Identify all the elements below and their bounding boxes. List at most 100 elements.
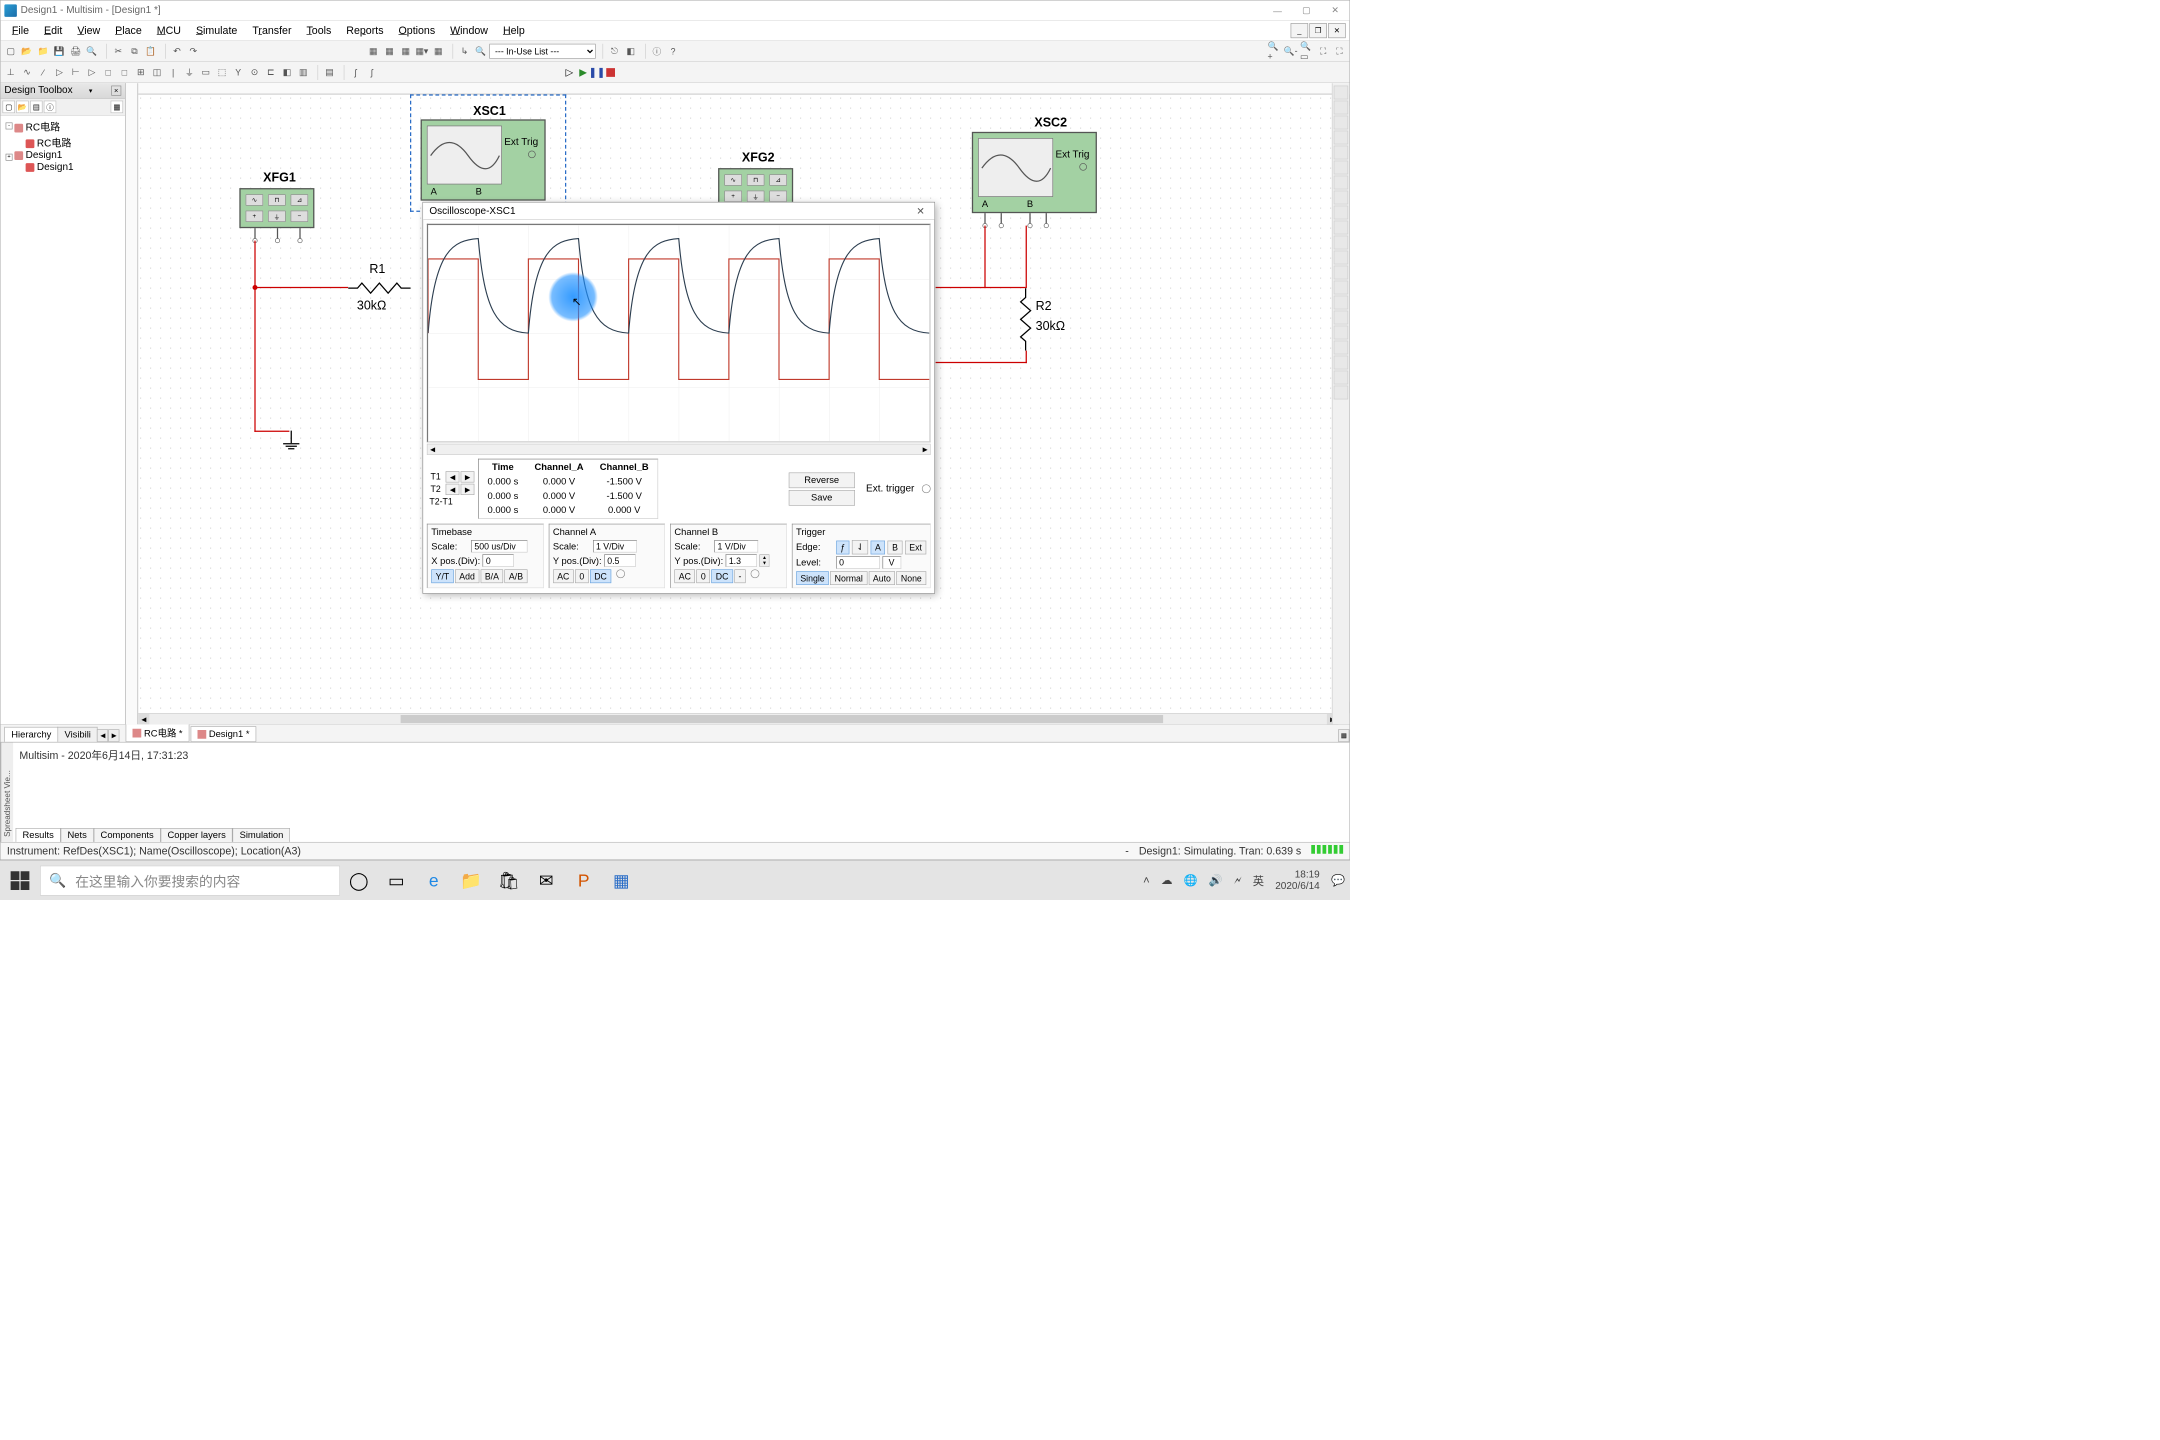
menu-help[interactable]: Help bbox=[495, 22, 532, 40]
tray-volume-icon[interactable]: 🔊 bbox=[1209, 874, 1223, 887]
tree-rc-child[interactable]: RC电路 bbox=[3, 134, 122, 149]
osc-close-button[interactable]: ✕ bbox=[913, 205, 928, 218]
instr-4[interactable] bbox=[1334, 131, 1348, 145]
taskbar-search[interactable]: 🔍 在这里输入你要搜索的内容 bbox=[40, 865, 340, 895]
print-preview-button[interactable]: 🔍 bbox=[84, 43, 99, 58]
undo-button[interactable]: ↶ bbox=[169, 43, 184, 58]
place-rf-button[interactable]: Y bbox=[231, 65, 246, 80]
osc-reverse-button[interactable]: Reverse bbox=[789, 472, 855, 488]
arrow-button[interactable]: ↳ bbox=[457, 43, 472, 58]
tray-notifications-icon[interactable]: 💬 bbox=[1331, 874, 1345, 887]
place-elmech-button[interactable]: ⊙ bbox=[247, 65, 262, 80]
mdi-close-button[interactable]: ✕ bbox=[1328, 23, 1346, 38]
zoom-out-button[interactable]: 🔍- bbox=[1283, 43, 1298, 58]
db-button-3[interactable]: ▦ bbox=[398, 43, 413, 58]
t2-left-button[interactable]: ◀ bbox=[446, 484, 460, 495]
taskbar-mail[interactable]: ✉ bbox=[529, 863, 564, 898]
trig-single-button[interactable]: Single bbox=[796, 571, 829, 585]
zoom-in-button[interactable]: 🔍+ bbox=[1267, 43, 1282, 58]
place-transistor-button[interactable]: ⊢ bbox=[68, 65, 83, 80]
chb-dc-button[interactable]: DC bbox=[711, 569, 732, 583]
cut-button[interactable]: ✂ bbox=[111, 43, 126, 58]
trig-b-button[interactable]: B bbox=[888, 540, 903, 554]
horizontal-scrollbar[interactable]: ◀ ▶ bbox=[138, 713, 1338, 724]
help-button[interactable]: ? bbox=[666, 43, 681, 58]
osc-save-button[interactable]: Save bbox=[789, 490, 855, 506]
place-basic-button[interactable]: ⊥ bbox=[3, 65, 18, 80]
instr-19[interactable] bbox=[1334, 356, 1348, 370]
minimize-button[interactable]: — bbox=[1263, 0, 1292, 20]
place-mixed-button[interactable]: ◫ bbox=[149, 65, 164, 80]
zoom-fit-button[interactable]: ⛶ bbox=[1316, 43, 1331, 58]
instr-10[interactable] bbox=[1334, 221, 1348, 235]
chb-minus-button[interactable]: - bbox=[734, 569, 746, 583]
chb-ypos-spinner[interactable]: ▲▼ bbox=[759, 554, 769, 567]
ba-button[interactable]: B/A bbox=[480, 569, 503, 583]
doc-tab-design1[interactable]: Design1 * bbox=[191, 726, 257, 742]
instr-16[interactable] bbox=[1334, 311, 1348, 325]
place-ni-button[interactable]: ◧ bbox=[279, 65, 294, 80]
taskbar-multisim[interactable]: ▦ bbox=[604, 863, 639, 898]
mdi-restore-button[interactable]: ❐ bbox=[1309, 23, 1327, 38]
place-misc-button[interactable]: ⊞ bbox=[133, 65, 148, 80]
ss-tab-components[interactable]: Components bbox=[94, 828, 161, 842]
menu-mcu[interactable]: MCU bbox=[149, 22, 188, 40]
copy-button[interactable]: ⧉ bbox=[127, 43, 142, 58]
tree-design1-child[interactable]: Design1 bbox=[3, 162, 122, 173]
bus2-button[interactable]: ʃ bbox=[364, 65, 379, 80]
trig-normal-button[interactable]: Normal bbox=[830, 571, 867, 585]
place-ttl-button[interactable]: □ bbox=[101, 65, 116, 80]
ni-button[interactable]: ◧ bbox=[623, 43, 638, 58]
bus-button[interactable]: ʃ bbox=[348, 65, 363, 80]
chb-scale-input[interactable] bbox=[714, 540, 758, 553]
trig-level-input[interactable] bbox=[836, 556, 880, 569]
new-button[interactable]: ▢ bbox=[3, 43, 18, 58]
toolbox-btn-1[interactable]: ▢ bbox=[3, 101, 16, 114]
trig-level-unit[interactable] bbox=[882, 556, 901, 569]
instr-7[interactable] bbox=[1334, 176, 1348, 190]
trig-none-button[interactable]: None bbox=[897, 571, 927, 585]
fullscreen-button[interactable]: ⛶ bbox=[1332, 43, 1347, 58]
toolbox-btn-5[interactable]: ▦ bbox=[111, 101, 124, 114]
menu-edit[interactable]: Edit bbox=[37, 22, 70, 40]
instr-9[interactable] bbox=[1334, 206, 1348, 220]
zoom-area-button[interactable]: 🔍▭ bbox=[1299, 43, 1314, 58]
paste-button[interactable]: 📋 bbox=[143, 43, 158, 58]
menu-file[interactable]: File bbox=[4, 22, 36, 40]
open-button[interactable]: 📂 bbox=[19, 43, 34, 58]
chb-ac-button[interactable]: AC bbox=[674, 569, 695, 583]
menu-transfer[interactable]: Transfer bbox=[245, 22, 299, 40]
cha-ypos-input[interactable] bbox=[604, 554, 635, 567]
tray-network-icon[interactable]: 🌐 bbox=[1183, 874, 1197, 887]
sim-interactive-button[interactable]: ▷ bbox=[563, 66, 576, 79]
instr-18[interactable] bbox=[1334, 341, 1348, 355]
place-misc2-button[interactable]: ▭ bbox=[198, 65, 213, 80]
tab-nav-right[interactable]: ▶ bbox=[108, 729, 119, 742]
hier-block-button[interactable]: ▤ bbox=[322, 65, 337, 80]
place-mcu-button[interactable]: ▥ bbox=[296, 65, 311, 80]
tray-clock[interactable]: 18:19 2020/6/14 bbox=[1275, 869, 1319, 892]
menu-view[interactable]: View bbox=[70, 22, 108, 40]
save-button[interactable]: 💾 bbox=[52, 43, 67, 58]
spreadsheet-vertical-tab[interactable]: Spreadsheet Vie... bbox=[1, 743, 14, 842]
instr-2[interactable] bbox=[1334, 101, 1348, 115]
find-button[interactable]: 🔍 bbox=[473, 43, 488, 58]
doc-tab-rc[interactable]: RC电路 * bbox=[126, 724, 190, 742]
menu-place[interactable]: Place bbox=[108, 22, 150, 40]
instr-14[interactable] bbox=[1334, 281, 1348, 295]
t2-right-button[interactable]: ▶ bbox=[461, 484, 475, 495]
db-button-1[interactable]: ▦ bbox=[366, 43, 381, 58]
open-samples-button[interactable]: 📁 bbox=[36, 43, 51, 58]
chb-ypos-input[interactable] bbox=[726, 554, 757, 567]
place-analog-button[interactable]: ▷ bbox=[84, 65, 99, 80]
print-button[interactable]: 🖨 bbox=[68, 43, 83, 58]
tray-onedrive-icon[interactable]: ☁ bbox=[1161, 874, 1172, 887]
osc-titlebar[interactable]: Oscilloscope-XSC1 ✕ bbox=[423, 203, 934, 221]
xsc2-component[interactable]: Ext Trig A B bbox=[972, 132, 1097, 213]
tde-button[interactable]: ⎋ bbox=[607, 43, 622, 58]
tray-chevron-icon[interactable]: ˄ bbox=[1143, 874, 1150, 887]
place-cmos-button[interactable]: □ bbox=[117, 65, 132, 80]
visibility-tab[interactable]: Visibili bbox=[58, 727, 98, 742]
cha-scale-input[interactable] bbox=[593, 540, 637, 553]
close-button[interactable]: ✕ bbox=[1321, 0, 1350, 20]
